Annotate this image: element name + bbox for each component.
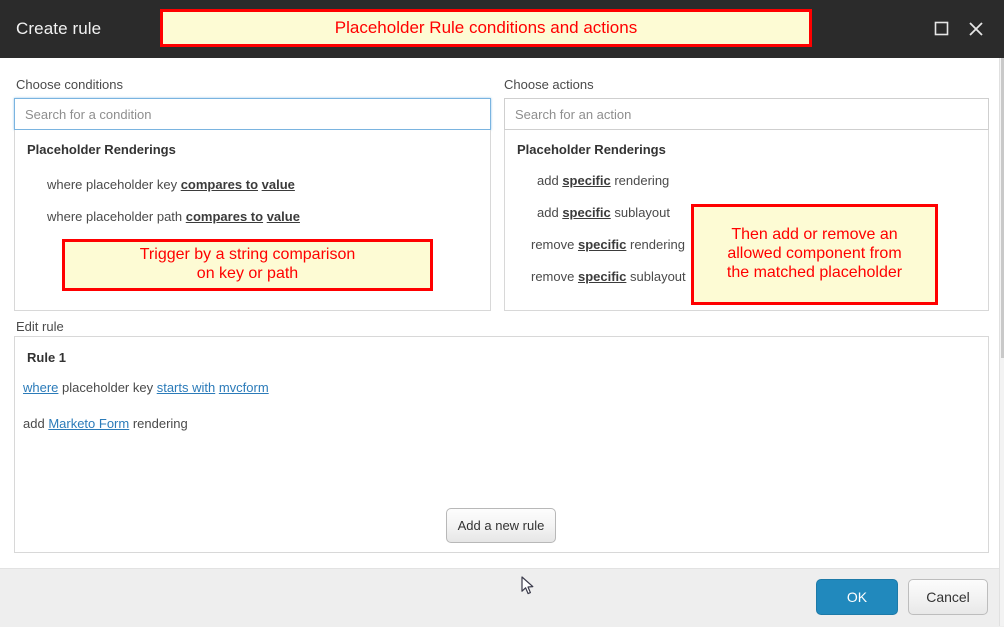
- annotation-conditions-note: Trigger by a string comparison on key or…: [62, 239, 433, 291]
- action-item-remove-rendering-suffix: rendering: [626, 237, 685, 252]
- rule-line2-prefix: add: [23, 416, 49, 431]
- actions-group-title: Placeholder Renderings: [517, 142, 666, 157]
- rule-action-line: add Marketo Form rendering: [23, 416, 188, 431]
- rule-line2-suffix: rendering: [129, 416, 188, 431]
- action-item-remove-rendering-link[interactable]: specific: [578, 237, 626, 252]
- rule-value-link[interactable]: mvcform: [219, 380, 269, 395]
- action-item-remove-rendering-prefix: remove: [531, 237, 578, 252]
- action-item-add-rendering-link[interactable]: specific: [562, 173, 610, 188]
- action-item-add-sublayout-suffix: sublayout: [610, 205, 670, 220]
- search-action-input[interactable]: [504, 98, 989, 130]
- rule-line1-mid: placeholder key: [58, 380, 157, 395]
- condition-item-path-operator-link[interactable]: compares to: [186, 209, 263, 224]
- dialog-footer: OK Cancel: [0, 568, 1004, 627]
- search-condition-input[interactable]: [14, 98, 491, 130]
- action-item-remove-sublayout-link[interactable]: specific: [578, 269, 626, 284]
- condition-item-key-value-link[interactable]: value: [262, 177, 295, 192]
- choose-conditions-label: Choose conditions: [16, 77, 123, 92]
- condition-item-key-prefix: where placeholder key: [47, 177, 181, 192]
- annotation-actions-note: Then add or remove an allowed component …: [691, 204, 938, 305]
- rule-rendering-link[interactable]: Marketo Form: [48, 416, 129, 431]
- condition-item-path-prefix: where placeholder path: [47, 209, 186, 224]
- rule-where-link[interactable]: where: [23, 380, 58, 395]
- dialog-body: Choose conditions Placeholder Renderings…: [0, 58, 1004, 568]
- page-scrollbar[interactable]: [999, 58, 1004, 626]
- conditions-group-title: Placeholder Renderings: [27, 142, 176, 157]
- cancel-button[interactable]: Cancel: [908, 579, 988, 615]
- ok-button[interactable]: OK: [816, 579, 898, 615]
- action-item-add-rendering[interactable]: add specific rendering: [537, 173, 669, 188]
- window-title: Create rule: [16, 19, 102, 38]
- condition-item-path-value-link[interactable]: value: [267, 209, 300, 224]
- choose-actions-label: Choose actions: [504, 77, 594, 92]
- condition-item-key[interactable]: where placeholder key compares to value: [47, 177, 295, 192]
- annotation-title-note: Placeholder Rule conditions and actions: [160, 9, 812, 47]
- action-item-remove-rendering[interactable]: remove specific rendering: [531, 237, 685, 252]
- condition-item-path[interactable]: where placeholder path compares to value: [47, 209, 300, 224]
- rule-title: Rule 1: [27, 350, 67, 365]
- action-item-remove-sublayout-suffix: sublayout: [626, 269, 686, 284]
- action-item-remove-sublayout[interactable]: remove specific sublayout: [531, 269, 686, 284]
- add-a-new-rule-button[interactable]: Add a new rule: [446, 508, 556, 543]
- edit-rule-label: Edit rule: [16, 319, 64, 334]
- action-item-add-sublayout[interactable]: add specific sublayout: [537, 205, 670, 220]
- rule-condition-line: where placeholder key starts with mvcfor…: [23, 380, 269, 395]
- maximize-square-icon[interactable]: [928, 16, 954, 42]
- action-item-remove-sublayout-prefix: remove: [531, 269, 578, 284]
- action-item-add-sublayout-prefix: add: [537, 205, 563, 220]
- close-x-icon[interactable]: [963, 16, 989, 42]
- condition-item-key-operator-link[interactable]: compares to: [181, 177, 258, 192]
- action-item-add-sublayout-link[interactable]: specific: [562, 205, 610, 220]
- action-item-add-rendering-prefix: add: [537, 173, 563, 188]
- action-item-add-rendering-suffix: rendering: [610, 173, 670, 188]
- rule-operator-link[interactable]: starts with: [157, 380, 216, 395]
